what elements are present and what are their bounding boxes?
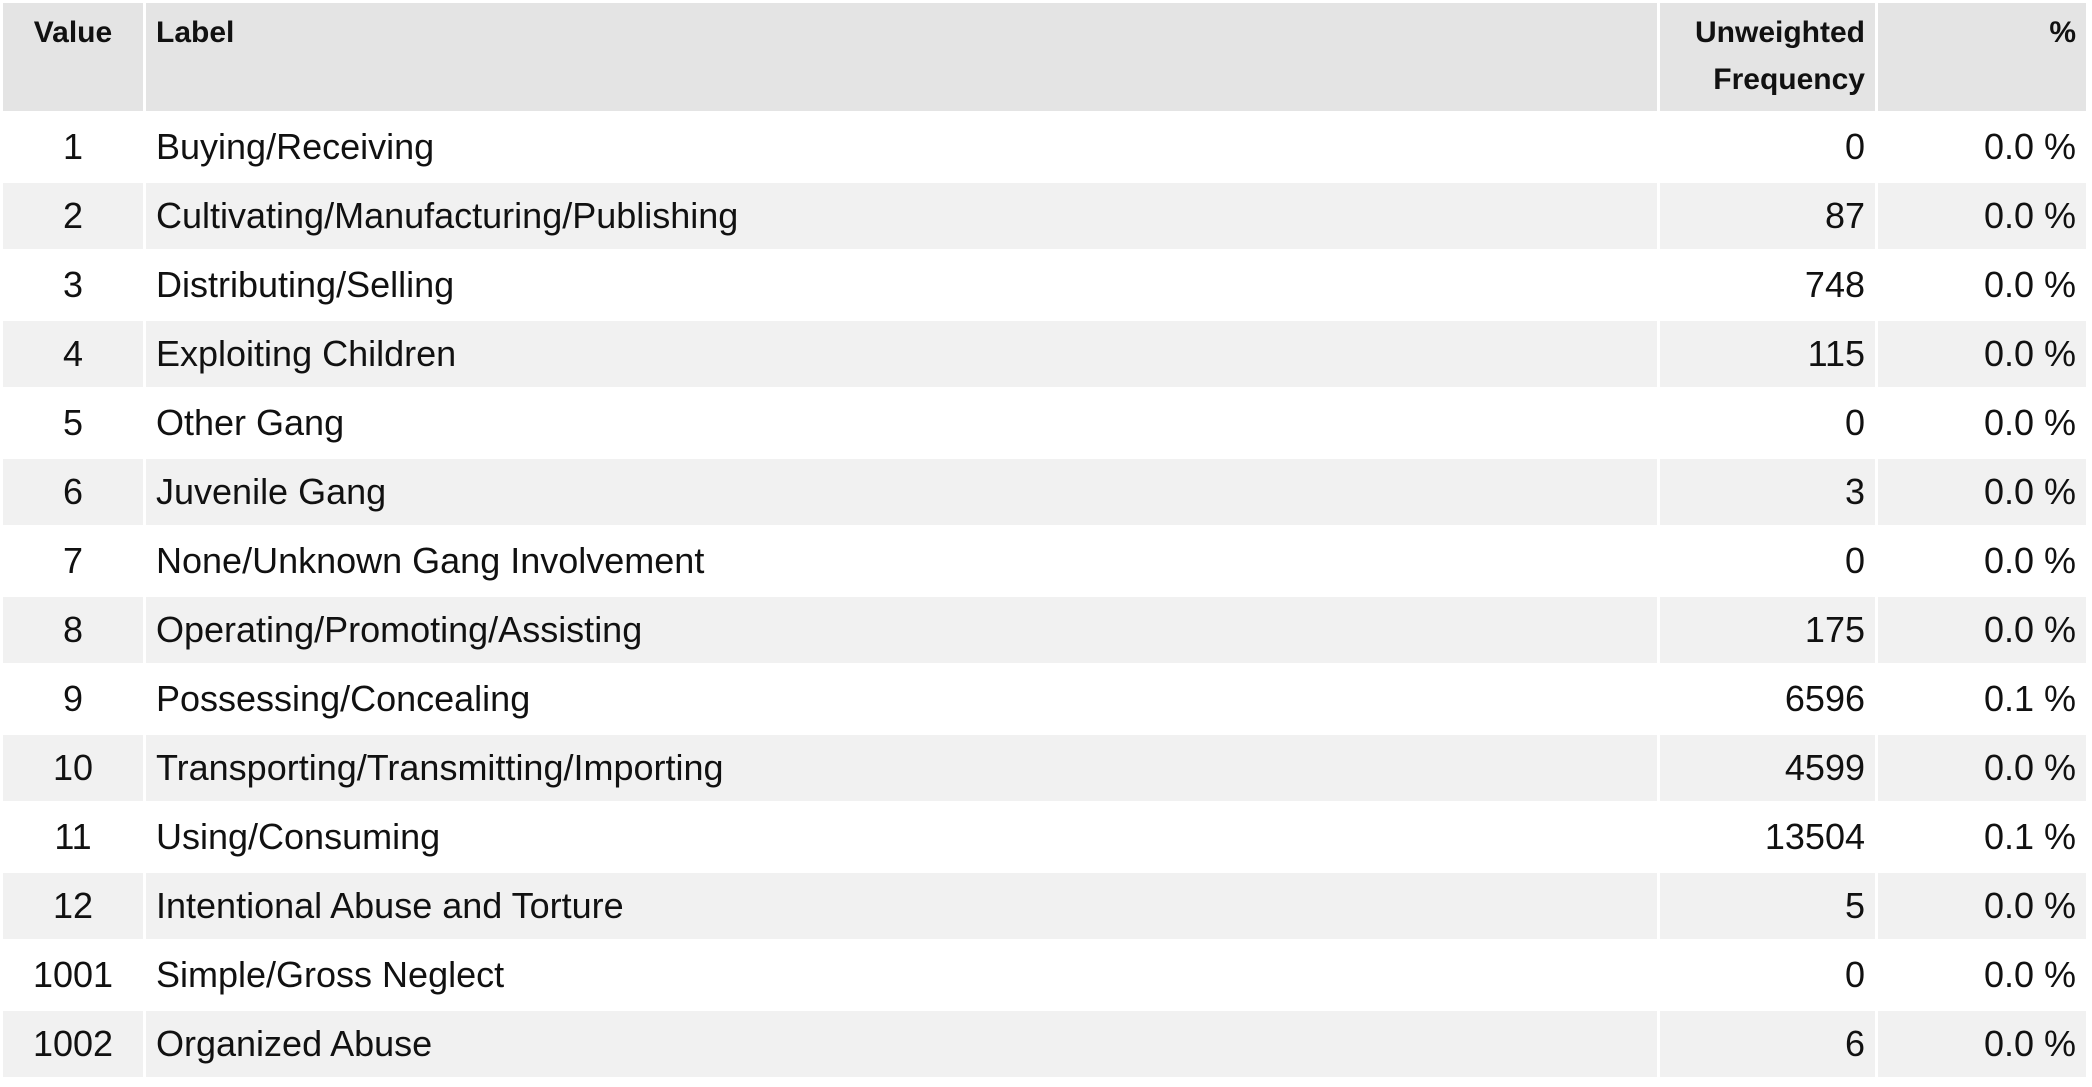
cell-value: 11 bbox=[3, 804, 143, 870]
cell-percent: 0.0 % bbox=[1878, 597, 2086, 663]
header-row: Value Label Unweighted Frequency % bbox=[3, 3, 2086, 111]
cell-unweighted-frequency: 5 bbox=[1660, 873, 1875, 939]
cell-value: 7 bbox=[3, 528, 143, 594]
cell-unweighted-frequency: 0 bbox=[1660, 390, 1875, 456]
cell-percent: 0.0 % bbox=[1878, 735, 2086, 801]
cell-unweighted-frequency: 4599 bbox=[1660, 735, 1875, 801]
cell-value: 4 bbox=[3, 321, 143, 387]
cell-label: Cultivating/Manufacturing/Publishing bbox=[146, 183, 1657, 249]
cell-percent: 0.0 % bbox=[1878, 942, 2086, 1008]
cell-value: 12 bbox=[3, 873, 143, 939]
header-freq-line2: Frequency bbox=[1713, 63, 1865, 96]
cell-unweighted-frequency: 0 bbox=[1660, 528, 1875, 594]
table-row: 4 Exploiting Children 115 0.0 % bbox=[3, 321, 2086, 387]
cell-label: Distributing/Selling bbox=[146, 252, 1657, 318]
cell-percent: 0.0 % bbox=[1878, 183, 2086, 249]
cell-unweighted-frequency: 0 bbox=[1660, 114, 1875, 180]
table-row: 7 None/Unknown Gang Involvement 0 0.0 % bbox=[3, 528, 2086, 594]
table-row: 1002 Organized Abuse 6 0.0 % bbox=[3, 1011, 2086, 1077]
table-row: 2 Cultivating/Manufacturing/Publishing 87 0… bbox=[3, 183, 2086, 249]
table-body: 1 Buying/Receiving 0 0.0 % 2 Cultivating/Manu… bbox=[3, 114, 2086, 1077]
cell-percent: 0.0 % bbox=[1878, 114, 2086, 180]
frequency-table: Value Label Unweighted Frequency % 1 Buyi… bbox=[0, 0, 2089, 1080]
cell-unweighted-frequency: 13504 bbox=[1660, 804, 1875, 870]
cell-unweighted-frequency: 6596 bbox=[1660, 666, 1875, 732]
header-unweighted-frequency: Unweighted Frequency bbox=[1660, 3, 1875, 111]
cell-unweighted-frequency: 0 bbox=[1660, 942, 1875, 1008]
table-row: 10 Transporting/Transmitting/Importing 459… bbox=[3, 735, 2086, 801]
cell-percent: 0.0 % bbox=[1878, 1011, 2086, 1077]
table-row: 1001 Simple/Gross Neglect 0 0.0 % bbox=[3, 942, 2086, 1008]
cell-value: 3 bbox=[3, 252, 143, 318]
cell-unweighted-frequency: 115 bbox=[1660, 321, 1875, 387]
cell-percent: 0.1 % bbox=[1878, 666, 2086, 732]
header-label: Label bbox=[146, 3, 1657, 111]
cell-value: 1001 bbox=[3, 942, 143, 1008]
table-row: 8 Operating/Promoting/Assisting 175 0.0 % bbox=[3, 597, 2086, 663]
cell-percent: 0.0 % bbox=[1878, 252, 2086, 318]
cell-value: 10 bbox=[3, 735, 143, 801]
cell-percent: 0.0 % bbox=[1878, 528, 2086, 594]
cell-value: 9 bbox=[3, 666, 143, 732]
table-row: 9 Possessing/Concealing 6596 0.1 % bbox=[3, 666, 2086, 732]
cell-label: Simple/Gross Neglect bbox=[146, 942, 1657, 1008]
cell-label: Intentional Abuse and Torture bbox=[146, 873, 1657, 939]
table-row: 5 Other Gang 0 0.0 % bbox=[3, 390, 2086, 456]
cell-label: Transporting/Transmitting/Importing bbox=[146, 735, 1657, 801]
table-row: 1 Buying/Receiving 0 0.0 % bbox=[3, 114, 2086, 180]
header-value: Value bbox=[3, 3, 143, 111]
cell-percent: 0.0 % bbox=[1878, 321, 2086, 387]
cell-unweighted-frequency: 175 bbox=[1660, 597, 1875, 663]
cell-percent: 0.0 % bbox=[1878, 873, 2086, 939]
cell-label: Organized Abuse bbox=[146, 1011, 1657, 1077]
cell-label: Juvenile Gang bbox=[146, 459, 1657, 525]
cell-percent: 0.1 % bbox=[1878, 804, 2086, 870]
table-row: 12 Intentional Abuse and Torture 5 0.0 % bbox=[3, 873, 2086, 939]
cell-percent: 0.0 % bbox=[1878, 459, 2086, 525]
cell-percent: 0.0 % bbox=[1878, 390, 2086, 456]
cell-label: Possessing/Concealing bbox=[146, 666, 1657, 732]
cell-label: Exploiting Children bbox=[146, 321, 1657, 387]
cell-value: 1002 bbox=[3, 1011, 143, 1077]
table-header: Value Label Unweighted Frequency % bbox=[3, 3, 2086, 111]
cell-value: 1 bbox=[3, 114, 143, 180]
cell-value: 5 bbox=[3, 390, 143, 456]
cell-unweighted-frequency: 748 bbox=[1660, 252, 1875, 318]
header-percent: % bbox=[1878, 3, 2086, 111]
cell-unweighted-frequency: 87 bbox=[1660, 183, 1875, 249]
cell-unweighted-frequency: 3 bbox=[1660, 459, 1875, 525]
cell-value: 8 bbox=[3, 597, 143, 663]
table-row: 11 Using/Consuming 13504 0.1 % bbox=[3, 804, 2086, 870]
cell-label: None/Unknown Gang Involvement bbox=[146, 528, 1657, 594]
cell-label: Using/Consuming bbox=[146, 804, 1657, 870]
table-row: 6 Juvenile Gang 3 0.0 % bbox=[3, 459, 2086, 525]
cell-label: Buying/Receiving bbox=[146, 114, 1657, 180]
table-row: 3 Distributing/Selling 748 0.0 % bbox=[3, 252, 2086, 318]
header-freq-line1: Unweighted bbox=[1695, 16, 1865, 49]
cell-label: Operating/Promoting/Assisting bbox=[146, 597, 1657, 663]
cell-unweighted-frequency: 6 bbox=[1660, 1011, 1875, 1077]
cell-value: 6 bbox=[3, 459, 143, 525]
cell-value: 2 bbox=[3, 183, 143, 249]
cell-label: Other Gang bbox=[146, 390, 1657, 456]
